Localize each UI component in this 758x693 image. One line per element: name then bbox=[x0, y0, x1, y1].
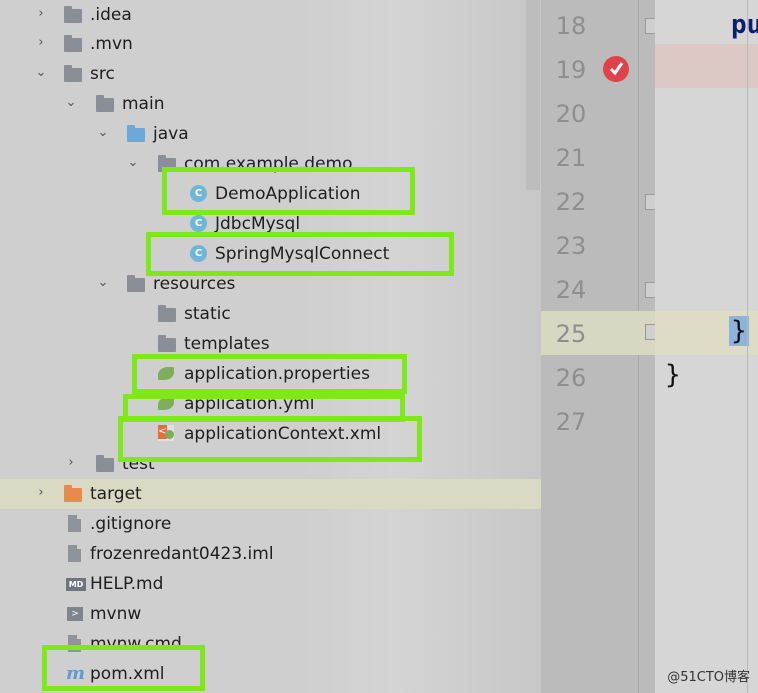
line-number: 24 bbox=[555, 276, 587, 304]
chevron-down-icon[interactable]: ⌄ bbox=[34, 64, 48, 82]
folder-icon bbox=[96, 95, 114, 112]
breakpoint-icon[interactable] bbox=[603, 56, 629, 82]
chevron-right-icon[interactable]: › bbox=[34, 484, 48, 502]
java-class-icon: C bbox=[190, 215, 207, 232]
line-number: 18 bbox=[555, 12, 587, 40]
chevron-down-icon[interactable]: ⌄ bbox=[96, 124, 110, 142]
tree-item-label: .idea bbox=[90, 5, 132, 25]
editor-gutter: 18 19 20 21 22 23 24 25 26 27 bbox=[541, 0, 659, 693]
tree-item-help-md[interactable]: MD HELP.md bbox=[0, 569, 541, 599]
folder-icon bbox=[64, 35, 82, 52]
line-number: 22 bbox=[555, 188, 587, 216]
file-icon bbox=[68, 515, 81, 532]
vertical-scrollbar[interactable] bbox=[526, 0, 540, 190]
watermark: @51CTO博客 bbox=[667, 670, 750, 685]
tree-item-gitignore[interactable]: .gitignore bbox=[0, 509, 541, 539]
highlight-box-spring-mysql-connect bbox=[146, 232, 454, 276]
chevron-right-icon[interactable]: › bbox=[34, 5, 48, 23]
tree-item-label: HELP.md bbox=[90, 574, 164, 594]
markdown-icon: MD bbox=[66, 578, 86, 591]
tree-item-label: src bbox=[90, 64, 115, 84]
folder-icon bbox=[64, 65, 82, 82]
chevron-right-icon[interactable]: › bbox=[64, 454, 78, 472]
tree-item-label: target bbox=[90, 484, 142, 504]
folder-icon bbox=[96, 455, 114, 472]
tree-item-label: static bbox=[184, 304, 231, 324]
tree-item-main[interactable]: ⌄ main bbox=[0, 89, 541, 119]
line-number: 26 bbox=[555, 364, 587, 392]
highlight-box-pom-xml bbox=[42, 645, 205, 691]
breakpoint-line-highlight bbox=[655, 44, 758, 88]
line-number: 27 bbox=[555, 408, 587, 436]
code-keyword-fragment: pu bbox=[731, 10, 758, 40]
tree-item-label: resources bbox=[153, 274, 236, 294]
line-number: 23 bbox=[555, 232, 587, 260]
folder-icon bbox=[64, 6, 82, 23]
highlight-box-demo-application bbox=[162, 167, 415, 215]
resources-folder-icon bbox=[127, 275, 145, 292]
highlight-box-application-context-xml bbox=[118, 416, 422, 462]
line-number: 19 bbox=[555, 56, 587, 84]
line-number: 25 bbox=[555, 320, 587, 348]
folder-icon bbox=[158, 335, 176, 352]
line-number: 20 bbox=[555, 100, 587, 128]
tree-item-src[interactable]: ⌄ src bbox=[0, 59, 541, 89]
project-tree-panel: › .idea › .mvn ⌄ src ⌄ main ⌄ java ⌄ com… bbox=[0, 0, 541, 693]
tree-item-target[interactable]: › target bbox=[0, 479, 541, 509]
module-file-icon bbox=[68, 545, 81, 562]
highlight-box-application-properties bbox=[132, 354, 407, 394]
tree-item-iml[interactable]: frozenredant0423.iml bbox=[0, 539, 541, 569]
chevron-down-icon[interactable]: ⌄ bbox=[64, 94, 78, 112]
tree-item-label: mvnw bbox=[90, 604, 142, 624]
source-folder-icon bbox=[127, 125, 145, 142]
chevron-down-icon[interactable]: ⌄ bbox=[126, 154, 140, 172]
tree-item-mvn[interactable]: › .mvn bbox=[0, 29, 541, 59]
code-editor[interactable]: pu } } bbox=[655, 0, 758, 693]
closing-brace: } bbox=[665, 360, 681, 390]
terminal-icon: > bbox=[67, 607, 83, 621]
tree-item-mvnw[interactable]: > mvnw bbox=[0, 599, 541, 629]
tree-item-static[interactable]: static bbox=[0, 299, 541, 329]
tree-item-label: main bbox=[122, 94, 165, 114]
right-margin-guide bbox=[747, 0, 748, 693]
folder-icon bbox=[158, 305, 176, 322]
tree-item-label: .gitignore bbox=[90, 514, 172, 534]
tree-item-label: java bbox=[153, 124, 189, 144]
line-number: 21 bbox=[555, 144, 587, 172]
chevron-down-icon[interactable]: ⌄ bbox=[96, 274, 110, 292]
excluded-folder-icon bbox=[64, 485, 82, 502]
tree-item-label: frozenredant0423.iml bbox=[90, 544, 274, 564]
matched-brace: } bbox=[729, 316, 749, 346]
tree-item-label: .mvn bbox=[90, 34, 133, 54]
tree-item-label: templates bbox=[184, 334, 270, 354]
chevron-right-icon[interactable]: › bbox=[34, 34, 48, 52]
tree-item-java[interactable]: ⌄ java bbox=[0, 119, 541, 149]
tree-item-idea[interactable]: › .idea bbox=[0, 0, 541, 30]
